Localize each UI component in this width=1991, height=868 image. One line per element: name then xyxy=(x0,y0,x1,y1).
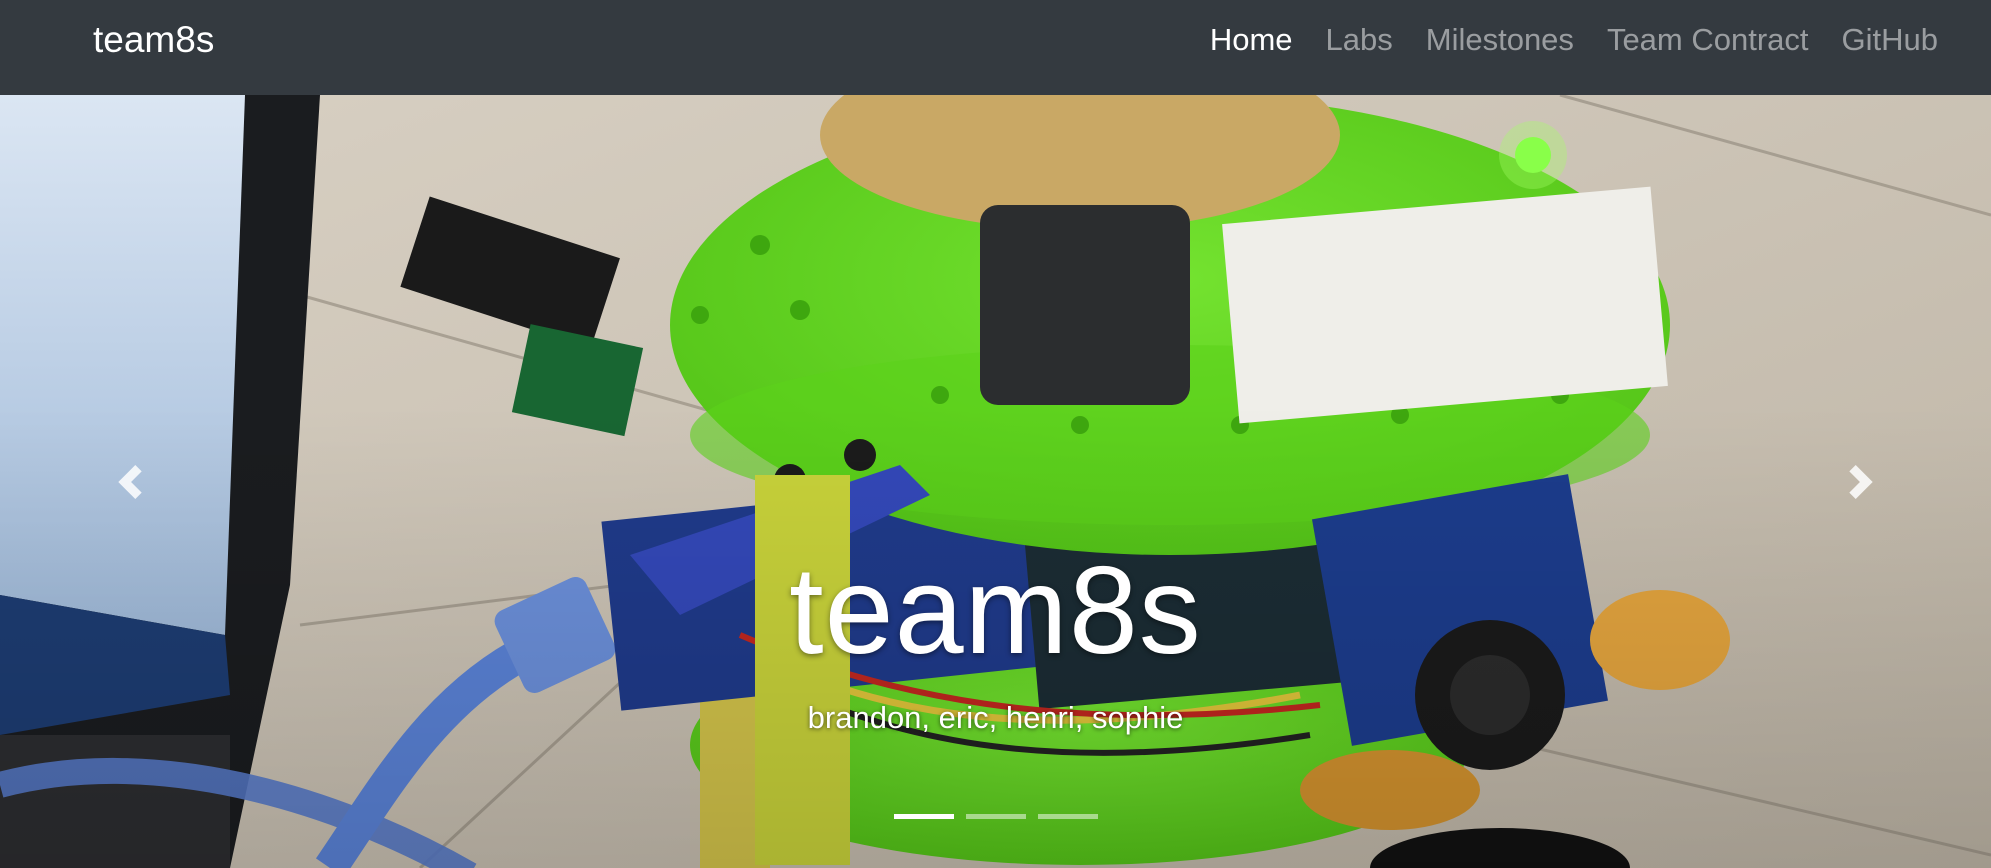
nav-link-milestones[interactable]: Milestones xyxy=(1426,22,1574,58)
top-navbar: team8s Home Labs Milestones Team Contrac… xyxy=(0,0,1991,95)
carousel-indicator-2[interactable] xyxy=(965,814,1026,819)
main-nav: Home Labs Milestones Team Contract GitHu… xyxy=(1177,0,1938,80)
hero-subtitle: brandon, eric, henri, sophie xyxy=(807,700,1184,735)
carousel-indicator-3[interactable] xyxy=(1037,814,1098,819)
carousel-indicators xyxy=(0,814,1991,819)
carousel-prev-button[interactable] xyxy=(0,95,260,868)
carousel-overlay xyxy=(0,95,1991,868)
nav-link-team-contract[interactable]: Team Contract xyxy=(1607,22,1809,58)
nav-link-labs[interactable]: Labs xyxy=(1326,22,1393,58)
brand-link[interactable]: team8s xyxy=(93,0,214,80)
nav-link-home[interactable]: Home xyxy=(1210,22,1293,58)
hero-carousel: team8s brandon, eric, henri, sophie xyxy=(0,95,1991,868)
carousel-next-button[interactable] xyxy=(1731,95,1991,868)
chevron-right-icon xyxy=(1849,464,1873,499)
carousel-caption: team8s brandon, eric, henri, sophie xyxy=(0,540,1991,736)
chevron-left-icon xyxy=(118,464,142,499)
hero-title: team8s xyxy=(789,542,1202,680)
carousel-indicator-1[interactable] xyxy=(893,814,954,819)
nav-link-github[interactable]: GitHub xyxy=(1842,22,1938,58)
